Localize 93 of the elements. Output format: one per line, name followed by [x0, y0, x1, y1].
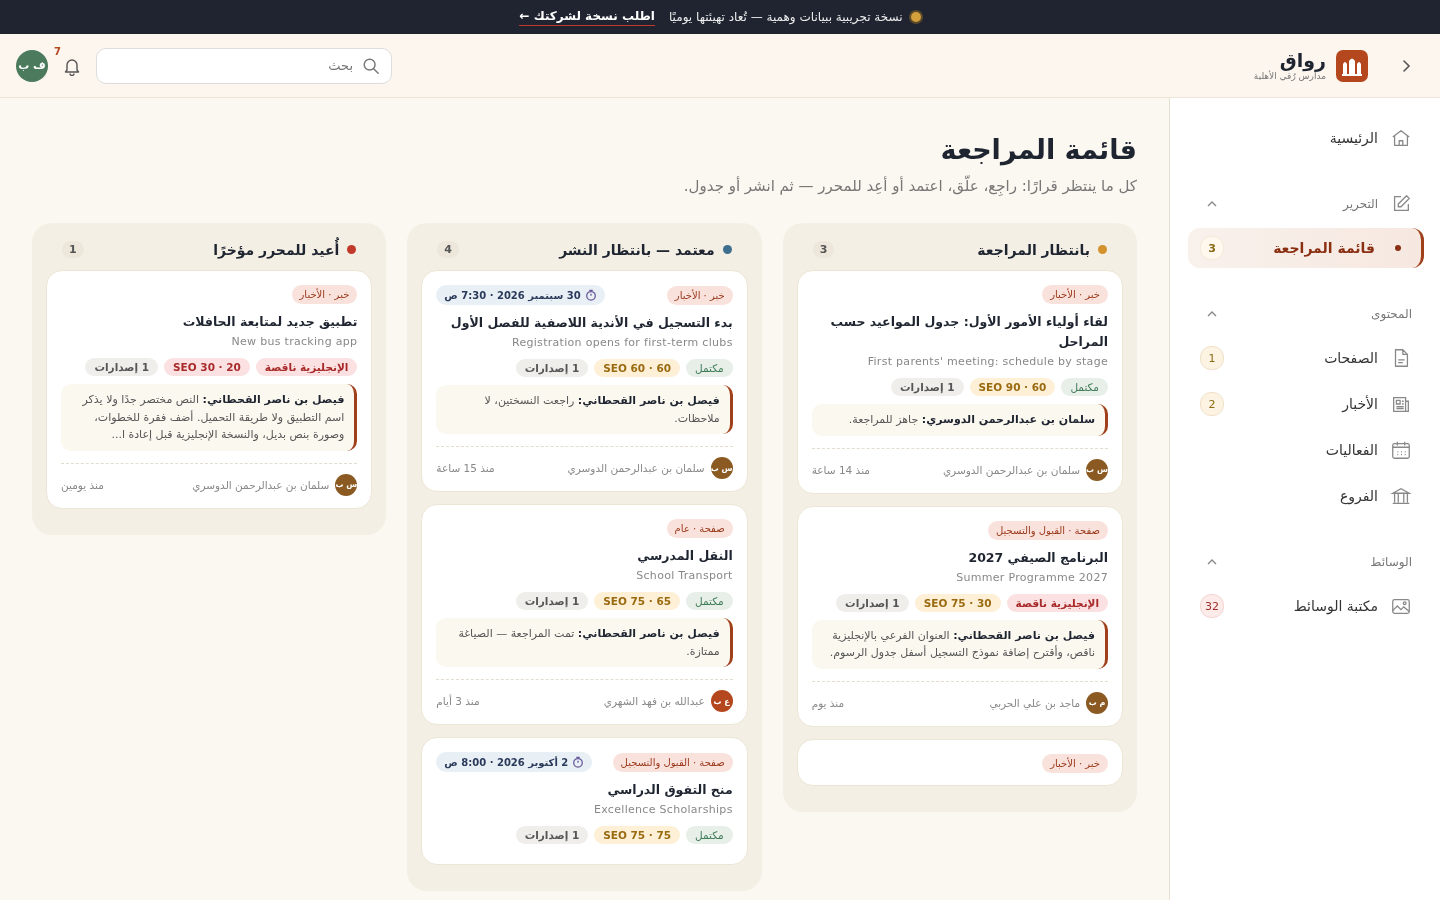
author-avatar: س ب [335, 473, 358, 496]
column-count: 3 [812, 241, 835, 258]
timestamp: منذ يومين [61, 478, 104, 491]
category-tag: صفحة · القبول والتسجيل [612, 752, 733, 772]
timer-icon [584, 289, 597, 301]
count-badge: 1 [1200, 346, 1224, 370]
author-name: سلمان بن عبدالرحمن الدوسري [941, 463, 1080, 476]
seo-score: SEO 60 · 60 [594, 359, 681, 377]
review-comment: سلمان بن عبدالرحمن الدوسري: جاهز للمراجعة. [811, 404, 1108, 436]
english-title: New bus tracking app [230, 335, 358, 348]
card-title: النقل المدرسي [636, 547, 733, 566]
author-avatar: ع ب [710, 690, 733, 713]
count-badge: 2 [1200, 392, 1224, 416]
review-comment: فيصل بن ناصر القحطاني: العنوان الفرعي بالإنجليزية ناقص، وأقترح إضافة نموذج التسجيل أسفل جدول الرسوم. [811, 619, 1108, 669]
seo-score: SEO 75 · 65 [594, 592, 681, 611]
seo-score: SEO 30 · 20 [164, 358, 250, 376]
seo-score: SEO 75 · 75 [594, 826, 681, 845]
author-name: ماجد بن علي الحربي [988, 696, 1080, 709]
search-field[interactable]: بحث [96, 47, 392, 84]
status-tag: مكتمل [686, 592, 733, 611]
versions-count: 1 إصدارات [515, 592, 589, 611]
section-title: المحتوى [1370, 307, 1412, 321]
bullet-icon [1395, 245, 1401, 251]
schedule-date: 2 أكتوبر 2026 · 8:00 ص [444, 756, 569, 768]
review-comment: فيصل بن ناصر القحطاني: راجعت النسختين، لا ملاحظات. [436, 385, 733, 435]
review-comment: فيصل بن ناصر القحطاني: تمت المراجعة — الصياغة ممتازة. [436, 618, 733, 668]
nav-item[interactable]: الرئيسية [1188, 118, 1424, 158]
review-card[interactable] [46, 270, 373, 509]
review-card[interactable]: خبر · الأخبار [796, 738, 1123, 786]
column-count: 1 [62, 241, 84, 258]
author-avatar: س ب [1086, 458, 1108, 481]
user-avatar[interactable]: ف ب [16, 49, 48, 82]
author-name: عبدالله بن فهد الشهري [602, 695, 705, 708]
section-title: الوسائط [1369, 555, 1412, 569]
request-copy-link[interactable]: اطلب نسخة لشركتك ← [519, 8, 655, 26]
category-tag: خبر · الأخبار [666, 285, 733, 305]
column-title: معتمد — بانتظار النشر [557, 241, 715, 258]
versions-count: 1 إصدارات [515, 359, 589, 377]
author-avatar: س ب [710, 457, 733, 480]
card-title: لقاء أولياء الأمور الأول: جدول المواعيد حسب المراحل [829, 312, 1108, 351]
seo-score: SEO 75 · 30 [914, 593, 1001, 612]
page-title: قائمة المراجعة [939, 134, 1137, 165]
timestamp: منذ 3 أيام [436, 695, 480, 708]
versions-count: 1 إصدارات [515, 826, 589, 845]
english-title: First parents' meeting: schedule by stage [866, 355, 1108, 368]
timer-icon [572, 756, 585, 769]
status-dot-icon [910, 12, 921, 22]
timestamp: منذ 14 ساعة [811, 463, 870, 476]
status-tag: مكتمل [1061, 378, 1108, 396]
card-title: بدء التسجيل في الأندية اللاصفية للفصل الأول [449, 314, 733, 332]
section-title: التحرير [1341, 197, 1378, 211]
demo-notice: نسخة تجريبية ببيانات وهمية — تُعاد تهيئتها يوميًا [668, 10, 903, 24]
review-card[interactable] [796, 505, 1123, 727]
card-title: تطبيق جديد لمتابعة الحافلات [181, 313, 358, 331]
brand-name: رواق [1278, 50, 1326, 71]
column-title: بانتظار المراجعة [976, 241, 1090, 258]
count-badge: 3 [1200, 236, 1224, 260]
english-title: Registration opens for first-term clubs [510, 336, 733, 349]
notification-count: 7 [54, 45, 61, 57]
timestamp: منذ 15 ساعة [436, 462, 495, 475]
card-title: البرنامج الصيفي 2027 [967, 548, 1108, 567]
nav-item[interactable]: الفروع [1188, 476, 1424, 516]
schedule-date: 30 سبتمبر 2026 · 7:30 ص [444, 289, 581, 301]
versions-count: 1 إصدارات [85, 358, 158, 376]
seo-score: SEO 90 · 60 [969, 378, 1056, 396]
search-icon [362, 56, 380, 75]
review-comment: فيصل بن ناصر القحطاني: النص مختصر جدًا ولا يذكر اسم التطبيق ولا طريقة التحميل. أضف فقرة للخطوات، وصورة بنص بديل، والنسخة الإنجليزية قبل إعادة ا... [61, 384, 358, 451]
category-tag: خبر · الأخبار [291, 285, 358, 304]
card-title: منح التفوق الدراسي [606, 781, 733, 800]
column-count: 4 [437, 241, 459, 258]
category-tag: خبر · الأخبار [1042, 753, 1108, 773]
logo-icon [1336, 49, 1368, 82]
page-subtitle: كل ما ينتظر قرارًا: راجِع، علّق، اعتمد أو أعِد للمحرر — ثم انشر أو جدول. [682, 177, 1137, 195]
versions-count: 1 إصدارات [836, 593, 909, 612]
review-card[interactable] [796, 270, 1123, 494]
english-title: Summer Programme 2027 [955, 570, 1108, 584]
count-badge: 32 [1200, 594, 1224, 618]
english-title: Excellence Scholarships [593, 803, 733, 817]
author-avatar: م ب [1086, 691, 1108, 714]
author-name: سلمان بن عبدالرحمن الدوسري [191, 478, 330, 491]
timestamp: منذ يوم [811, 696, 845, 709]
versions-count: 1 إصدارات [890, 378, 964, 396]
status-tag: الإنجليزية ناقصة [1006, 593, 1108, 612]
status-tag: مكتمل [686, 359, 733, 377]
category-tag: خبر · الأخبار [1042, 285, 1108, 304]
status-tag: مكتمل [686, 826, 733, 845]
nav-item[interactable]: الفعاليات [1188, 430, 1424, 470]
english-title: School Transport [635, 569, 733, 583]
review-card[interactable] [421, 270, 748, 493]
category-tag: صفحة · القبول والتسجيل [987, 520, 1108, 540]
status-tag: الإنجليزية ناقصة [255, 358, 358, 376]
category-tag: صفحة · عام [666, 519, 733, 539]
author-name: سلمان بن عبدالرحمن الدوسري [566, 462, 705, 475]
